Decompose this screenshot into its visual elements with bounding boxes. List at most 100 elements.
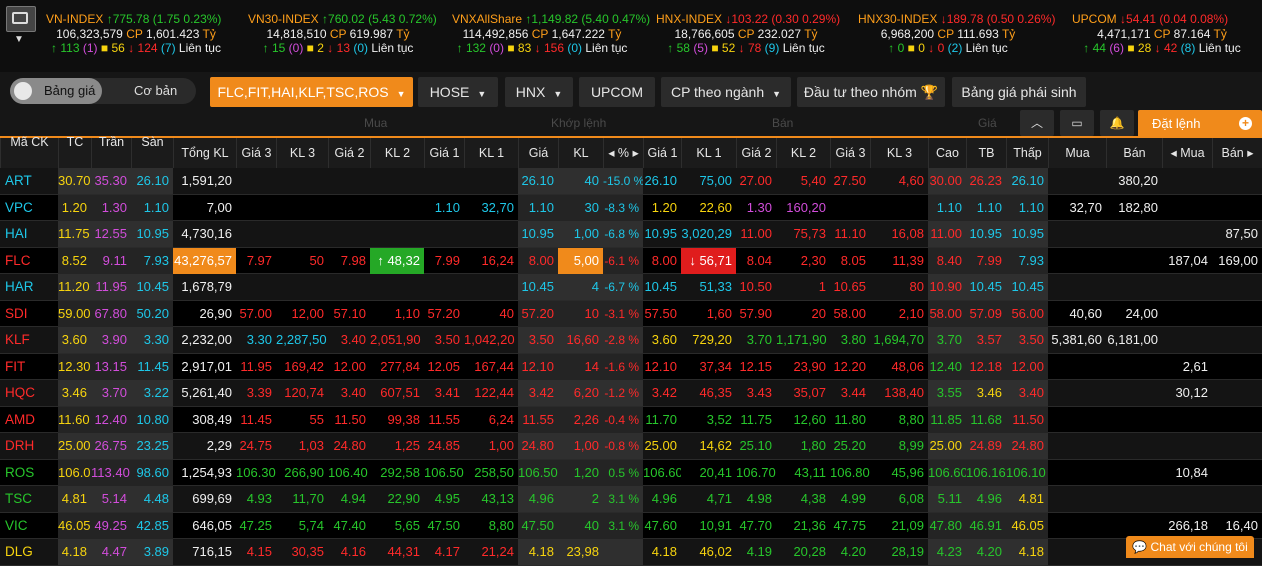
column-header-s3v[interactable]: KL 3 bbox=[870, 138, 928, 168]
table-row[interactable]: DLG 4.18 4.47 3.89 716,15 4.15 30,35 4.16 44,31 4… bbox=[0, 539, 1262, 566]
column-header-ceil[interactable]: Trần bbox=[91, 136, 131, 168]
column-header-b2p[interactable]: Giá 2 bbox=[328, 138, 370, 168]
column-header-mpct[interactable]: ◂ % ▸ bbox=[603, 138, 643, 168]
table-row[interactable]: FIT 12.30 13.15 11.45 2,917,01 11.95 169,42 12.… bbox=[0, 353, 1262, 380]
cell-symbol[interactable]: VPC bbox=[0, 195, 58, 221]
cell-ref: 11.60 bbox=[58, 406, 91, 433]
flat-icon: ■ bbox=[1127, 41, 1135, 55]
hnx-dropdown[interactable]: HNX ▼ bbox=[505, 77, 573, 107]
cell-symbol[interactable]: AMD bbox=[0, 407, 58, 433]
column-header-fsell[interactable]: Bán bbox=[1106, 138, 1162, 168]
column-header-b1p[interactable]: Giá 1 bbox=[424, 138, 464, 168]
cell-low: 10.95 bbox=[1006, 221, 1048, 247]
table-row[interactable]: VIC 46.05 49.25 42.85 646,05 47.25 5,74 47.40 5,… bbox=[0, 512, 1262, 539]
mode-price-board-label[interactable]: Bảng giá bbox=[44, 83, 95, 98]
cell-symbol[interactable]: HAI bbox=[0, 221, 58, 247]
cell-ref: 3.60 bbox=[58, 327, 91, 353]
column-header-s1p[interactable]: Giá 1 bbox=[643, 138, 681, 168]
table-row[interactable]: TSC 4.81 5.14 4.48 699,69 4.93 11,70 4.94 22,90 4… bbox=[0, 486, 1262, 513]
column-header-b3p[interactable]: Giá 3 bbox=[236, 138, 276, 168]
cell-low: 12.00 bbox=[1006, 353, 1048, 380]
column-header-b2v[interactable]: KL 2 bbox=[370, 138, 424, 168]
column-header-s3p[interactable]: Giá 3 bbox=[830, 138, 870, 168]
index-block[interactable]: HNX30-INDEX ↓ 189.78 (0.50 0.26%) 6,968,20… bbox=[858, 12, 1055, 56]
cell-symbol[interactable]: DLG bbox=[0, 539, 58, 565]
group-label-sell: Bán bbox=[772, 116, 794, 130]
table-row[interactable]: FLC 8.52 9.11 7.93 43,276,57 7.97 50 7.98 ↑ 48,3… bbox=[0, 247, 1262, 274]
sector-dropdown[interactable]: CP theo ngành ▼ bbox=[661, 77, 791, 107]
down-arrow-icon: ↓ bbox=[534, 41, 541, 55]
column-header-mv[interactable]: KL bbox=[558, 138, 603, 168]
cell-symbol[interactable]: SDI bbox=[0, 301, 58, 327]
toggle-knob[interactable] bbox=[14, 82, 32, 100]
cell-fsell bbox=[1106, 460, 1162, 486]
column-header-s2p[interactable]: Giá 2 bbox=[736, 138, 776, 168]
cell-symbol[interactable]: FIT bbox=[0, 354, 58, 380]
index-block[interactable]: HNX-INDEX ↓ 103.22 (0.30 0.29%) 18,766,605… bbox=[656, 12, 840, 56]
watchlist-dropdown[interactable]: FLC,FIT,HAI,KLF,TSC,ROS ▼ bbox=[210, 77, 413, 107]
cell-b3v: 50 bbox=[309, 252, 324, 268]
flat-icon: ■ bbox=[711, 41, 719, 55]
chat-button[interactable]: 💬 Chat với chúng tôi bbox=[1126, 536, 1254, 558]
column-header-ref[interactable]: TC bbox=[58, 136, 91, 168]
column-header-low[interactable]: Thấp bbox=[1006, 138, 1048, 168]
column-header-total[interactable]: Tổng KL bbox=[173, 138, 236, 168]
upcom-button[interactable]: UPCOM bbox=[579, 77, 655, 107]
index-block[interactable]: VN30-INDEX ↑ 760.02 (5.43 0.72%) 14,818,51… bbox=[248, 12, 437, 56]
app-logo-icon[interactable] bbox=[6, 6, 36, 32]
cell-symbol[interactable]: HQC bbox=[0, 380, 58, 406]
column-header-fsell2[interactable]: Bán ▸ bbox=[1212, 138, 1262, 168]
cell-s2p: 10.50 bbox=[739, 279, 772, 294]
column-header-s2v[interactable]: KL 2 bbox=[776, 138, 830, 168]
cell-symbol[interactable]: KLF bbox=[0, 327, 58, 353]
cell-s3v: 8,80 bbox=[898, 411, 924, 427]
chevron-down-icon[interactable]: ▼ bbox=[14, 34, 24, 45]
table-row[interactable]: AMD 11.60 12.40 10.80 308,49 11.45 55 11.50 99,3… bbox=[0, 406, 1262, 433]
cell-s3p: 25.20 bbox=[833, 438, 866, 453]
index-block[interactable]: VN-INDEX ↑ 775.78 (1.75 0.23%) 106,323,579… bbox=[46, 12, 226, 56]
cell-symbol[interactable]: ART bbox=[0, 168, 58, 194]
table-row[interactable]: HAR 11.20 11.95 10.45 1,678,79 10.45 4 -6.7 % 10… bbox=[0, 274, 1262, 301]
collapse-up-icon[interactable]: ︿ bbox=[1020, 110, 1054, 136]
cell-symbol[interactable]: VIC bbox=[0, 513, 58, 539]
cell-symbol[interactable]: TSC bbox=[0, 486, 58, 512]
index-block[interactable]: VNXAllShare ↑ 1,149.82 (5.40 0.47%) 114,49… bbox=[452, 12, 650, 56]
cell-symbol[interactable]: DRH bbox=[0, 433, 58, 459]
cell-fsell: 6,181,00 bbox=[1107, 332, 1158, 347]
column-header-b3v[interactable]: KL 3 bbox=[276, 138, 328, 168]
table-row[interactable]: HAI 11.75 12.55 10.95 4,730,16 10.95 1,00 -6.8 … bbox=[0, 221, 1262, 248]
investment-group-button[interactable]: Đầu tư theo nhóm 🏆 bbox=[797, 77, 945, 107]
column-header-mp[interactable]: Giá bbox=[518, 138, 558, 168]
column-header-symbol[interactable]: Mã CK bbox=[0, 136, 58, 168]
place-order-button[interactable]: Đặt lệnh + bbox=[1138, 110, 1262, 138]
cell-fbuy bbox=[1048, 407, 1106, 433]
table-row[interactable]: VPC 1.20 1.30 1.10 7,00 1.10 32,70 1.10 30 -8.3 %… bbox=[0, 194, 1262, 221]
table-row[interactable]: ART 30.70 35.30 26.10 1,591,20 26.10 40 -15.0 %… bbox=[0, 168, 1262, 195]
table-row[interactable]: KLF 3.60 3.90 3.30 2,232,00 3.30 2,287,50 3.40 2… bbox=[0, 327, 1262, 354]
column-header-high[interactable]: Cao bbox=[928, 138, 966, 168]
view-mode-toggle[interactable]: Bảng giá Cơ bản bbox=[10, 78, 196, 104]
column-header-floor[interactable]: Sàn bbox=[131, 136, 173, 168]
index-block[interactable]: UPCOM ↓ 54.41 (0.04 0.08%) 4,471,171 CP 87… bbox=[1072, 12, 1252, 56]
column-header-fbuy[interactable]: Mua bbox=[1048, 138, 1106, 168]
index-cp-label: CP bbox=[126, 26, 143, 41]
monitor-icon[interactable]: ▭ bbox=[1060, 110, 1094, 136]
column-header-b1v[interactable]: KL 1 bbox=[464, 138, 518, 168]
cell-symbol[interactable]: FLC bbox=[0, 248, 58, 274]
column-header-avg[interactable]: TB bbox=[966, 138, 1006, 168]
derivatives-board-button[interactable]: Bảng giá phái sinh bbox=[952, 77, 1086, 107]
table-row[interactable]: DRH 25.00 26.75 23.25 2,29 24.75 1,03 24.80 1,25… bbox=[0, 433, 1262, 460]
column-header-fbuy2[interactable]: ◂ Mua bbox=[1162, 138, 1212, 168]
hose-dropdown[interactable]: HOSE ▼ bbox=[418, 77, 498, 107]
column-header-s1v[interactable]: KL 1 bbox=[681, 138, 736, 168]
table-row[interactable]: HQC 3.46 3.70 3.22 5,261,40 3.39 120,74 3.40 607… bbox=[0, 380, 1262, 407]
cell-s1p: 10.45 bbox=[644, 279, 677, 294]
cell-mp: 10.95 bbox=[518, 221, 558, 247]
bell-icon[interactable]: 🔔 bbox=[1100, 110, 1134, 136]
mode-basic-label[interactable]: Cơ bản bbox=[134, 83, 177, 98]
cell-symbol[interactable]: ROS bbox=[0, 460, 58, 486]
table-row[interactable]: SDI 59.00 67.80 50.20 26,90 57.00 12,00 57.10 1,… bbox=[0, 300, 1262, 327]
cell-ref: 46.05 bbox=[58, 512, 91, 539]
table-row[interactable]: ROS106.00113.4098.60 1,254,93106.30 266,90… bbox=[0, 459, 1262, 486]
cell-symbol[interactable]: HAR bbox=[0, 274, 58, 300]
